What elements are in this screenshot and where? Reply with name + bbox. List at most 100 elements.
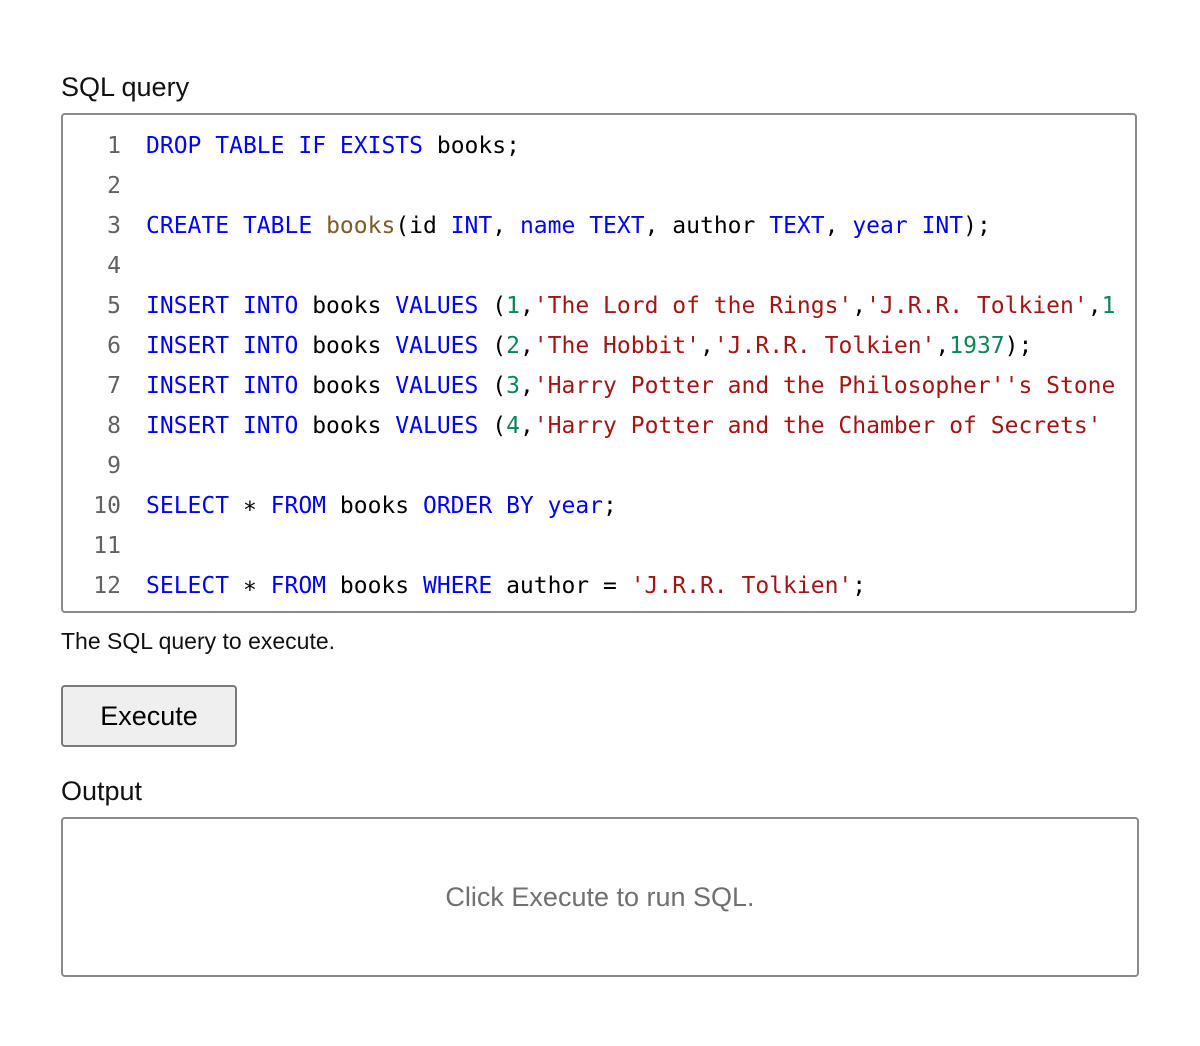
code-line: 8 INSERT INTO books VALUES (4,'Harry Pott… — [63, 406, 1135, 446]
output-panel: Click Execute to run SQL. — [61, 817, 1139, 977]
code-token: SELECT — [146, 493, 230, 519]
code-text: INSERT INTO books VALUES (4,'Harry Potte… — [146, 406, 1102, 446]
code-token: TEXT — [589, 213, 645, 239]
line-number: 12 — [93, 573, 121, 599]
code-token: ; — [852, 573, 867, 599]
code-text: INSERT INTO books VALUES (2,'The Hobbit'… — [146, 326, 1032, 366]
code-token: 3 — [506, 373, 520, 399]
line-number: 8 — [107, 413, 121, 439]
output-label: Output — [61, 776, 143, 806]
code-token: FROM — [270, 573, 327, 599]
code-token: , — [935, 333, 950, 359]
code-line: 7 INSERT INTO books VALUES (3,'Harry Pott… — [63, 366, 1135, 406]
sql-query-helper-text: The SQL query to execute. — [61, 628, 336, 654]
code-token: IF — [298, 133, 327, 159]
code-token: VALUES — [395, 333, 479, 359]
code-token: books — [298, 373, 396, 399]
code-token: INTO — [242, 293, 299, 319]
code-token: INTO — [242, 413, 299, 439]
code-token: 4 — [506, 413, 520, 439]
code-token: VALUES — [395, 413, 479, 439]
code-token: DROP — [146, 133, 202, 159]
sql-editor[interactable]: 1 DROP TABLE IF EXISTS books; 2 3 CREATE TAB… — [61, 113, 1137, 613]
code-token: WHERE — [422, 573, 493, 599]
code-line: 9 — [63, 446, 1135, 486]
code-token: ( — [478, 293, 507, 319]
code-token: , — [1087, 293, 1102, 319]
line-number: 4 — [107, 253, 121, 279]
code-token: INTO — [242, 373, 299, 399]
line-number: 6 — [107, 333, 121, 359]
code-line: 5 INSERT INTO books VALUES (1,'The Lord o… — [63, 286, 1135, 326]
code-token: year — [547, 493, 604, 519]
code-line: 12 SELECT ∗ FROM books WHERE author = 'J.… — [63, 566, 1135, 606]
code-token: 'Harry Potter and the Philosopher''s Sto… — [533, 373, 1116, 399]
code-line: 1 DROP TABLE IF EXISTS books; — [63, 126, 1135, 166]
code-token: books — [326, 573, 423, 599]
code-line: 3 CREATE TABLE books(id INT, name TEXT, a… — [63, 206, 1135, 246]
code-text: INSERT INTO books VALUES (1,'The Lord of… — [146, 286, 1115, 326]
line-number: 1 — [107, 133, 121, 159]
line-number: 11 — [93, 533, 121, 559]
code-line: 6 INSERT INTO books VALUES (2,'The Hobbit… — [63, 326, 1135, 366]
code-token: TABLE — [242, 213, 313, 239]
code-token: , — [519, 373, 534, 399]
code-token: FROM — [270, 493, 327, 519]
code-token: , — [519, 293, 534, 319]
code-line: 10 SELECT ∗ FROM books ORDER BY year; — [63, 486, 1135, 526]
code-token: CREATE — [146, 213, 230, 239]
code-token: books — [326, 213, 396, 239]
code-token: EXISTS — [339, 133, 424, 159]
code-token: , — [699, 333, 714, 359]
line-number: 7 — [107, 373, 121, 399]
code-token: 'J.R.R. Tolkien' — [713, 333, 936, 359]
code-line: 2 — [63, 166, 1135, 206]
code-text: DROP TABLE IF EXISTS books; — [146, 126, 520, 166]
code-token: ORDER — [422, 493, 493, 519]
code-token: VALUES — [395, 373, 479, 399]
code-token: 1937 — [949, 333, 1005, 359]
code-token: 'Harry Potter and the Chamber of Secrets… — [533, 413, 1102, 439]
code-token: books — [298, 333, 396, 359]
code-token: 2 — [506, 333, 520, 359]
output-placeholder: Click Execute to run SQL. — [445, 881, 755, 912]
code-token: ); — [1004, 333, 1033, 359]
code-token: INSERT — [146, 293, 230, 319]
code-token: 1 — [506, 293, 520, 319]
code-token: 'The Hobbit' — [533, 333, 700, 359]
line-number: 5 — [107, 293, 121, 319]
code-token: books — [298, 413, 396, 439]
code-token: INSERT — [146, 413, 230, 439]
code-token: , — [492, 213, 520, 239]
code-token: 'The Lord of the Rings' — [533, 293, 853, 319]
code-token: VALUES — [395, 293, 479, 319]
code-token: , — [519, 333, 534, 359]
code-token: books — [326, 493, 423, 519]
line-number: 9 — [107, 453, 121, 479]
code-token: ( — [478, 333, 507, 359]
code-token: ); — [963, 213, 991, 239]
code-token: ∗ — [229, 573, 271, 599]
code-token: ; — [603, 493, 617, 519]
code-token: INSERT — [146, 333, 230, 359]
code-token: INTO — [242, 333, 299, 359]
code-token: TEXT — [769, 213, 825, 239]
code-token: BY — [506, 493, 534, 519]
code-token: (id — [395, 213, 451, 239]
execute-button[interactable]: Execute — [61, 685, 237, 747]
code-token: , author — [644, 213, 770, 239]
code-token: TABLE — [215, 133, 285, 159]
code-token: 1 — [1101, 293, 1116, 319]
